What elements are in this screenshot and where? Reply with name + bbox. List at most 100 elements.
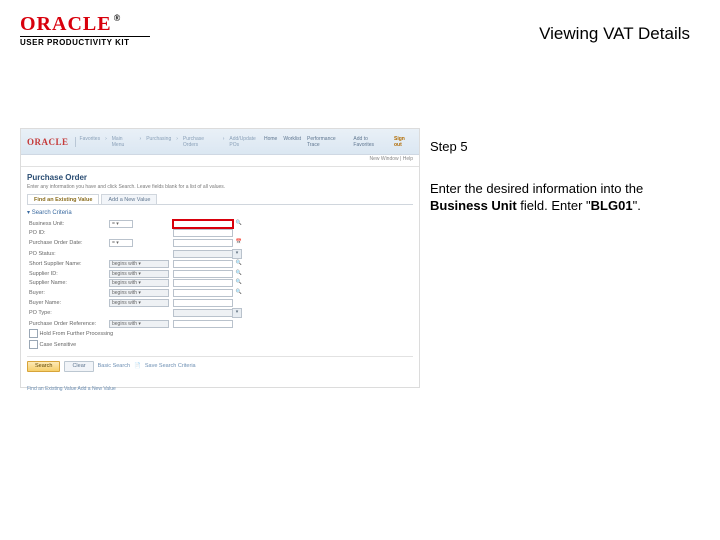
top-nav: Home Worklist Performance Trace Add to F…: [264, 136, 413, 148]
nav-fav[interactable]: Add to Favorites: [353, 136, 388, 148]
po-type-field[interactable]: [173, 309, 233, 317]
lbl-buyer: Buyer:: [27, 288, 107, 298]
case-checkbox[interactable]: [29, 340, 38, 349]
instr-value: BLG01: [591, 198, 633, 213]
search-form: Business Unit: = ▾ 🔍 PO ID: Purchase Ord…: [27, 219, 245, 350]
lbl-po-date: Purchase Order Date:: [27, 238, 107, 248]
lbl-po-status: PO Status:: [27, 248, 107, 260]
row-buyer-name: Buyer Name: begins with ▾: [27, 298, 245, 308]
search-tabs: Find an Existing Value Add a New Value: [27, 194, 413, 205]
mini-oracle-logo: ORACLE: [27, 137, 76, 147]
po-heading: Purchase Order: [27, 173, 413, 182]
step-label: Step 5: [430, 138, 700, 156]
nav-home[interactable]: Home: [264, 136, 277, 148]
lookup-icon[interactable]: 🔍: [235, 260, 243, 268]
lbl-po-type: PO Type:: [27, 307, 107, 319]
trademark-symbol: ®: [114, 13, 122, 23]
instr-field: Business Unit: [430, 198, 517, 213]
supplier-id-field[interactable]: [173, 270, 233, 278]
op-buyer-name[interactable]: begins with ▾: [109, 299, 169, 307]
po-id-field[interactable]: [173, 229, 233, 237]
op-po-date[interactable]: = ▾: [109, 239, 133, 247]
crumb-3[interactable]: Purchase Orders: [183, 136, 218, 148]
clear-button[interactable]: Clear: [64, 361, 93, 372]
crumb-2[interactable]: Purchasing: [146, 136, 171, 148]
instr-mid: field. Enter ": [517, 198, 591, 213]
po-desc: Enter any information you have and click…: [27, 184, 413, 190]
row-short-supplier: Short Supplier Name: begins with ▾ 🔍: [27, 259, 245, 269]
short-supplier-field[interactable]: [173, 260, 233, 268]
save-search-link[interactable]: Save Search Criteria: [145, 363, 196, 369]
op-po-ref[interactable]: begins with ▾: [109, 320, 169, 328]
sub-bar: New Window | Help: [21, 155, 419, 167]
lbl-po-id: PO ID:: [27, 229, 107, 239]
nav-perf[interactable]: Performance Trace: [307, 136, 347, 148]
embedded-screenshot: ORACLE Favorites› Main Menu› Purchasing›…: [20, 128, 420, 388]
lookup-icon[interactable]: 🔍: [235, 270, 243, 278]
crumb-0[interactable]: Favorites: [80, 136, 101, 148]
lookup-icon[interactable]: 🔍: [235, 220, 243, 228]
search-criteria-head[interactable]: Search Criteria: [27, 209, 413, 216]
footer-links[interactable]: Find an Existing Value Add a New Value: [27, 386, 413, 392]
calendar-icon[interactable]: 📅: [235, 239, 243, 247]
op-short-supplier[interactable]: begins with ▾: [109, 260, 169, 268]
row-buyer: Buyer: begins with ▾ 🔍: [27, 288, 245, 298]
row-po-ref: Purchase Order Reference: begins with ▾: [27, 319, 245, 329]
po-ref-field[interactable]: [173, 320, 233, 328]
lbl-buyer-name: Buyer Name:: [27, 298, 107, 308]
chevron-down-icon[interactable]: ▾: [232, 249, 242, 259]
basic-search-link[interactable]: Basic Search: [98, 363, 130, 369]
row-po-id: PO ID:: [27, 229, 245, 239]
lbl-case: Case Sensitive: [40, 342, 77, 348]
supplier-name-field[interactable]: [173, 279, 233, 287]
screenshot-content: Purchase Order Enter any information you…: [21, 167, 419, 392]
row-po-status: PO Status: ▾: [27, 248, 245, 260]
buyer-name-field[interactable]: [173, 299, 233, 307]
instruction-body: Enter the desired information into the B…: [430, 180, 700, 215]
row-business-unit: Business Unit: = ▾ 🔍: [27, 219, 245, 229]
lookup-icon[interactable]: 🔍: [235, 279, 243, 287]
brand-divider: [20, 36, 150, 37]
oracle-upk-brand: ORACLE® USER PRODUCTIVITY KIT: [20, 14, 150, 47]
op-business-unit[interactable]: = ▾: [109, 220, 133, 228]
po-date-field[interactable]: [173, 239, 233, 247]
lbl-supplier-name: Supplier Name:: [27, 279, 107, 289]
oracle-logo: ORACLE®: [20, 14, 150, 34]
step-instructions: Step 5 Enter the desired information int…: [430, 138, 700, 215]
row-po-date: Purchase Order Date: = ▾ 📅: [27, 238, 245, 248]
lbl-po-ref: Purchase Order Reference:: [27, 319, 107, 329]
buyer-field[interactable]: [173, 289, 233, 297]
business-unit-field[interactable]: [173, 220, 233, 228]
instr-pre: Enter the desired information into the: [430, 181, 643, 196]
op-supplier-name[interactable]: begins with ▾: [109, 279, 169, 287]
lbl-short-supplier: Short Supplier Name:: [27, 259, 107, 269]
row-supplier-id: Supplier ID: begins with ▾ 🔍: [27, 269, 245, 279]
oracle-logo-text: ORACLE: [20, 13, 112, 35]
crumb-4[interactable]: Add/Update POs: [229, 136, 264, 148]
page-title: Viewing VAT Details: [539, 24, 690, 44]
row-supplier-name: Supplier Name: begins with ▾ 🔍: [27, 279, 245, 289]
tab-add-new[interactable]: Add a New Value: [101, 194, 157, 204]
lbl-hold: Hold From Further Processing: [40, 331, 114, 337]
search-button[interactable]: Search: [27, 361, 60, 372]
chevron-down-icon[interactable]: ▾: [232, 308, 242, 318]
nav-signout[interactable]: Sign out: [394, 136, 413, 148]
instr-post: ".: [633, 198, 641, 213]
lbl-business-unit: Business Unit:: [27, 219, 107, 229]
hold-checkbox[interactable]: [29, 329, 38, 338]
breadcrumb: Favorites› Main Menu› Purchasing› Purcha…: [80, 136, 264, 148]
row-po-type: PO Type: ▾: [27, 307, 245, 319]
lookup-icon[interactable]: 🔍: [235, 289, 243, 297]
nav-worklist[interactable]: Worklist: [283, 136, 301, 148]
po-status-field[interactable]: [173, 250, 233, 258]
tab-find-existing[interactable]: Find an Existing Value: [27, 194, 99, 204]
app-bar: ORACLE Favorites› Main Menu› Purchasing›…: [21, 129, 419, 155]
row-case: Case Sensitive: [27, 339, 245, 350]
op-supplier-id[interactable]: begins with ▾: [109, 270, 169, 278]
op-buyer[interactable]: begins with ▾: [109, 289, 169, 297]
lbl-supplier-id: Supplier ID:: [27, 269, 107, 279]
button-row: Search Clear Basic Search 📄 Save Search …: [27, 356, 413, 372]
row-hold: Hold From Further Processing: [27, 329, 245, 340]
crumb-1[interactable]: Main Menu: [112, 136, 135, 148]
upk-line: USER PRODUCTIVITY KIT: [20, 38, 150, 47]
